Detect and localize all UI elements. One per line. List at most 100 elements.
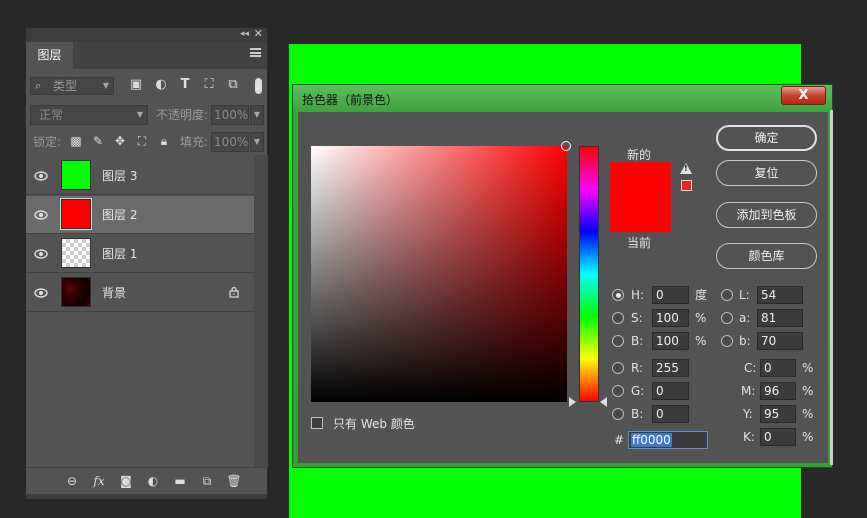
layer-name: 图层 3 (102, 169, 138, 183)
mode-radio-b-lab[interactable] (721, 335, 733, 347)
lock-move-icon[interactable]: ✥ (113, 134, 127, 148)
hue-slider[interactable] (579, 146, 599, 402)
eye-icon[interactable] (34, 247, 48, 261)
filter-type-select[interactable]: ⌕ 类型 ▼ (30, 77, 114, 95)
link-icon[interactable]: ⊖ (64, 473, 80, 489)
trash-icon[interactable]: 🗑︎ (226, 473, 242, 489)
lock-transparent-icon[interactable]: ▩ (69, 134, 83, 148)
layers-scrollbar[interactable] (254, 155, 268, 467)
hue-unit: 度 (695, 288, 708, 302)
dialog-edge (830, 110, 833, 465)
mode-radio-s[interactable] (612, 312, 624, 324)
filter-toggle[interactable] (255, 78, 262, 94)
chevron-down-icon: ▼ (136, 110, 143, 119)
panel-tabbar: 图层 (26, 42, 267, 69)
current-color-swatch[interactable] (610, 198, 671, 232)
layer-row[interactable]: 图层 3 (26, 157, 254, 195)
blend-mode-select[interactable]: 正常 ▼ (30, 105, 148, 125)
green-input[interactable]: 0 (652, 382, 689, 400)
layer-row[interactable]: 图层 2 (26, 196, 254, 234)
brightness-unit: % (695, 334, 707, 348)
hue-slider-handle-left[interactable] (569, 397, 576, 407)
a-channel-input[interactable]: 81 (757, 309, 803, 327)
gamut-correction-swatch[interactable] (681, 180, 692, 191)
gamut-warning-icon[interactable] (680, 163, 692, 174)
brightness-input[interactable]: 100 (652, 332, 689, 350)
eye-icon[interactable] (34, 169, 48, 183)
fill-input[interactable]: 100% (211, 132, 249, 152)
fx-icon[interactable]: fx (91, 473, 107, 489)
collapse-icon[interactable]: ◂◂ (240, 29, 249, 39)
blend-row: 正常 ▼ 不透明度: 100% ▼ (26, 104, 267, 126)
layer-name: 图层 2 (102, 208, 138, 222)
fill-dropdown[interactable]: ▼ (250, 132, 264, 152)
lock-paint-icon[interactable]: ✎ (91, 134, 105, 148)
color-marker[interactable] (561, 141, 571, 151)
adjustment-filter-icon[interactable]: ◐ (154, 78, 168, 92)
mask-icon[interactable]: ◙ (118, 473, 134, 489)
shape-filter-icon[interactable]: ⛶ (202, 78, 216, 92)
lock-row: 锁定: ▩ ✎ ✥ ⛶ 🔒︎ 填充: 100% ▼ (26, 131, 267, 153)
panel-menu-icon[interactable] (250, 48, 261, 57)
lock-artboard-icon[interactable]: ⛶ (135, 134, 149, 148)
layer-row[interactable]: 图层 1 (26, 235, 254, 273)
mode-radio-r[interactable] (612, 362, 624, 374)
close-icon[interactable]: ✕ (254, 27, 263, 40)
new-color-label: 新的 (627, 148, 652, 162)
ok-button[interactable]: 确定 (716, 125, 817, 151)
mode-radio-g[interactable] (612, 385, 624, 397)
mode-radio-a[interactable] (721, 312, 733, 324)
green-label: G: (631, 384, 645, 398)
image-filter-icon[interactable]: ▣ (129, 78, 143, 92)
yellow-input[interactable]: 95 (760, 405, 796, 423)
type-filter-icon[interactable]: T (178, 78, 192, 92)
close-button[interactable]: X (781, 86, 826, 105)
mode-radio-blue[interactable] (612, 408, 624, 420)
adjustment-icon[interactable]: ◐ (145, 473, 161, 489)
opacity-input[interactable]: 100% (211, 105, 249, 125)
saturation-brightness-field[interactable] (311, 146, 567, 402)
blue-input[interactable]: 0 (652, 405, 689, 423)
eye-icon[interactable] (34, 208, 48, 222)
lightness-input[interactable]: 54 (757, 286, 803, 304)
b-channel-input[interactable]: 70 (757, 332, 803, 350)
mode-radio-l[interactable] (721, 289, 733, 301)
layer-name: 图层 1 (102, 247, 138, 261)
hex-input[interactable]: ff0000 (628, 431, 708, 449)
mode-radio-h[interactable] (612, 289, 624, 301)
fill-label: 填充: (180, 135, 209, 149)
hue-slider-handle-right[interactable] (600, 397, 607, 407)
tab-layers[interactable]: 图层 (26, 42, 73, 69)
black-input[interactable]: 0 (760, 428, 796, 446)
reset-button[interactable]: 复位 (716, 160, 817, 186)
cyan-input[interactable]: 0 (760, 359, 796, 377)
smart-object-filter-icon[interactable]: ⧉ (226, 78, 240, 92)
hue-label: H: (631, 288, 645, 302)
lock-label: 锁定: (33, 135, 62, 149)
add-to-swatches-button[interactable]: 添加到色板 (716, 202, 817, 228)
saturation-label: S: (631, 311, 643, 325)
eye-icon[interactable] (34, 286, 48, 300)
hue-input[interactable]: 0 (652, 286, 689, 304)
layer-thumbnail (60, 198, 92, 230)
lock-all-icon[interactable]: 🔒︎ (157, 134, 171, 148)
red-label: R: (631, 361, 644, 375)
dialog-body: 新的 当前 确定 复位 添加到色板 颜色库 H: 0 度 S: 100 % B:… (298, 112, 828, 463)
folder-icon[interactable]: ▬ (172, 473, 188, 489)
search-icon: ⌕ (35, 79, 42, 92)
mode-radio-brightness[interactable] (612, 335, 624, 347)
web-colors-label: 只有 Web 颜色 (333, 417, 415, 431)
opacity-dropdown[interactable]: ▼ (250, 105, 264, 125)
new-layer-icon[interactable]: ⧉ (199, 473, 215, 489)
layer-thumbnail (61, 160, 91, 190)
saturation-input[interactable]: 100 (652, 309, 689, 327)
layer-row[interactable]: 背景 (26, 274, 254, 312)
panel-resize-grip[interactable] (26, 494, 267, 499)
hex-label: # (614, 433, 625, 447)
layer-name: 背景 (102, 286, 127, 300)
current-color-label: 当前 (627, 236, 652, 250)
color-libraries-button[interactable]: 颜色库 (716, 243, 817, 269)
red-input[interactable]: 255 (652, 359, 689, 377)
web-colors-checkbox[interactable] (311, 417, 323, 429)
magenta-input[interactable]: 96 (760, 382, 796, 400)
